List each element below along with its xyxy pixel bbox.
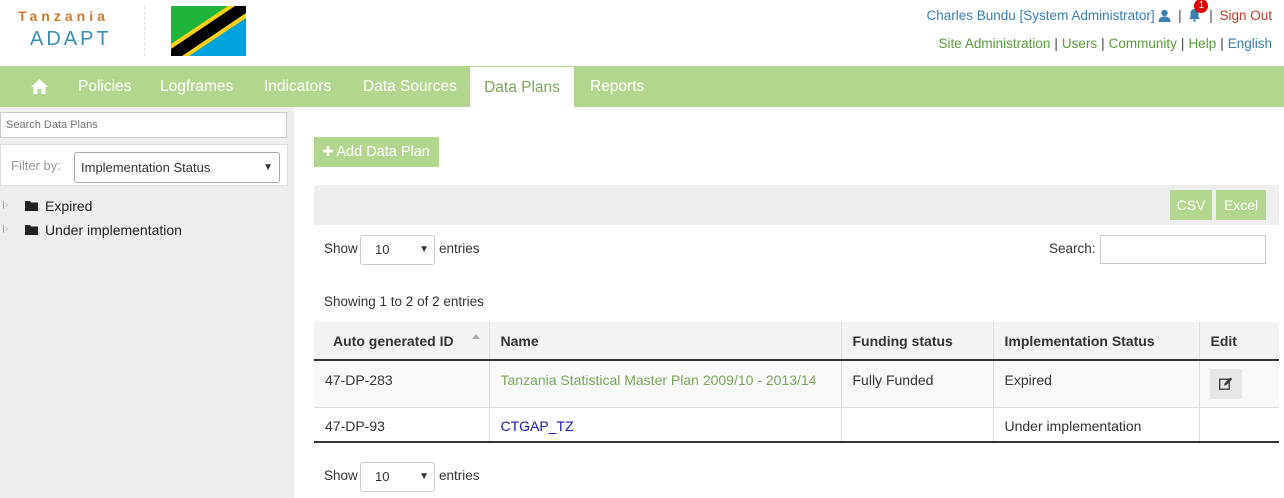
cell-id: 47-DP-283: [314, 360, 489, 408]
table-header-row: Auto generated ID Name Funding status Im…: [314, 322, 1279, 361]
add-data-plan-label: Add Data Plan: [336, 144, 430, 160]
sort-ascending-icon: [471, 334, 480, 339]
cell-name: Tanzania Statistical Master Plan 2009/10…: [488, 360, 841, 408]
nav-logframes[interactable]: Logframes: [160, 66, 233, 107]
table-search-input[interactable]: [1100, 235, 1266, 264]
help-link[interactable]: Help: [1188, 36, 1216, 51]
show-label: Show: [324, 241, 358, 256]
entries-label: entries: [439, 241, 480, 256]
excel-button[interactable]: Excel: [1216, 190, 1266, 220]
column-header-name[interactable]: Name: [488, 322, 841, 361]
home-icon[interactable]: [31, 79, 48, 94]
edit-icon: [1218, 377, 1232, 390]
export-toolbar: CSV Excel: [314, 185, 1279, 225]
tree-label: Under implementation: [45, 222, 182, 238]
logo-title-top: Tanzania: [18, 8, 109, 24]
table-info: Showing 1 to 2 of 2 entries: [324, 294, 484, 309]
sidebar: Filter by: Implementation Status ▼ Expir…: [0, 107, 294, 498]
data-plan-link[interactable]: CTGAP_TZ: [501, 418, 574, 434]
folder-icon: [25, 201, 38, 211]
search-label: Search:: [1049, 241, 1096, 256]
plus-icon: [323, 146, 334, 156]
site-administration-link[interactable]: Site Administration: [939, 36, 1051, 51]
cell-edit: [1198, 407, 1279, 443]
table-row: 47-DP-93 CTGAP_TZ Under implementation: [314, 407, 1279, 443]
table-row: 47-DP-283 Tanzania Statistical Master Pl…: [314, 360, 1279, 408]
logo-divider: [144, 6, 145, 56]
chevron-down-icon: ▼: [419, 244, 429, 255]
filter-label: Filter by:: [11, 158, 61, 173]
user-name-link[interactable]: Charles Bundu [System Administrator]: [927, 8, 1155, 23]
page-size-select-bottom[interactable]: 10 ▼: [360, 462, 435, 492]
column-header-status[interactable]: Implementation Status: [992, 322, 1199, 361]
separator: |: [1209, 8, 1213, 23]
add-data-plan-button[interactable]: Add Data Plan: [314, 137, 439, 167]
show-label-bottom: Show: [324, 468, 358, 483]
main-nav: Policies Logframes Indicators Data Sourc…: [0, 66, 1284, 107]
tree-item-under-implementation[interactable]: Under implementation: [0, 220, 200, 240]
cell-funding: Fully Funded: [840, 360, 993, 408]
cell-id: 47-DP-93: [314, 407, 489, 443]
cell-funding: [840, 407, 993, 443]
nav-policies[interactable]: Policies: [78, 66, 131, 107]
expand-arrow-icon[interactable]: [3, 201, 8, 209]
nav-data-sources[interactable]: Data Sources: [363, 66, 457, 107]
chevron-down-icon: ▼: [419, 471, 429, 482]
nav-reports[interactable]: Reports: [590, 66, 644, 107]
filter-select-value: Implementation Status: [81, 160, 211, 175]
cell-name: CTGAP_TZ: [488, 407, 841, 443]
filter-box: Filter by: Implementation Status ▼: [0, 144, 288, 186]
nav-indicators[interactable]: Indicators: [264, 66, 331, 107]
tree-item-expired[interactable]: Expired: [0, 196, 200, 216]
page-size-value: 10: [375, 469, 390, 484]
page-size-value: 10: [375, 242, 390, 257]
admin-links: Site Administration | Users | Community | Help…: [938, 36, 1272, 51]
tanzania-flag-icon: [171, 6, 246, 56]
users-link[interactable]: Users: [1062, 36, 1097, 51]
language-link[interactable]: English: [1228, 36, 1272, 51]
column-header-funding[interactable]: Funding status: [840, 322, 993, 361]
separator: |: [1178, 8, 1182, 23]
header: Tanzania ADAPT Charles Bundu [System Adm…: [0, 0, 1284, 66]
logo-title-bottom: ADAPT: [30, 28, 112, 50]
folder-icon: [25, 225, 38, 235]
entries-label-bottom: entries: [439, 468, 480, 483]
csv-button[interactable]: CSV: [1170, 190, 1212, 220]
tree-label: Expired: [45, 198, 93, 214]
cell-status: Expired: [992, 360, 1199, 408]
nav-data-plans[interactable]: Data Plans: [470, 66, 574, 107]
user-icon[interactable]: [1158, 9, 1171, 22]
filter-select[interactable]: Implementation Status ▼: [74, 152, 280, 183]
edit-button[interactable]: [1209, 369, 1242, 399]
data-plan-link[interactable]: Tanzania Statistical Master Plan 2009/10…: [501, 372, 817, 388]
community-link[interactable]: Community: [1109, 36, 1177, 51]
cell-status: Under implementation: [992, 407, 1199, 443]
user-bar: Charles Bundu [System Administrator] | 1…: [927, 0, 1272, 23]
notification-badge: 1: [1194, 0, 1209, 13]
chevron-down-icon: ▼: [263, 162, 273, 173]
search-data-plans-input[interactable]: [0, 112, 287, 138]
sign-out-link[interactable]: Sign Out: [1219, 8, 1272, 23]
cell-edit: [1198, 360, 1279, 408]
site-logo[interactable]: Tanzania ADAPT: [18, 6, 148, 56]
column-header-edit: Edit: [1198, 322, 1279, 361]
data-plans-table: Auto generated ID Name Funding status Im…: [314, 322, 1279, 443]
column-header-id[interactable]: Auto generated ID: [314, 322, 489, 361]
page-size-select[interactable]: 10 ▼: [360, 235, 435, 265]
expand-arrow-icon[interactable]: [3, 225, 8, 233]
notifications-button[interactable]: 1: [1188, 0, 1209, 22]
